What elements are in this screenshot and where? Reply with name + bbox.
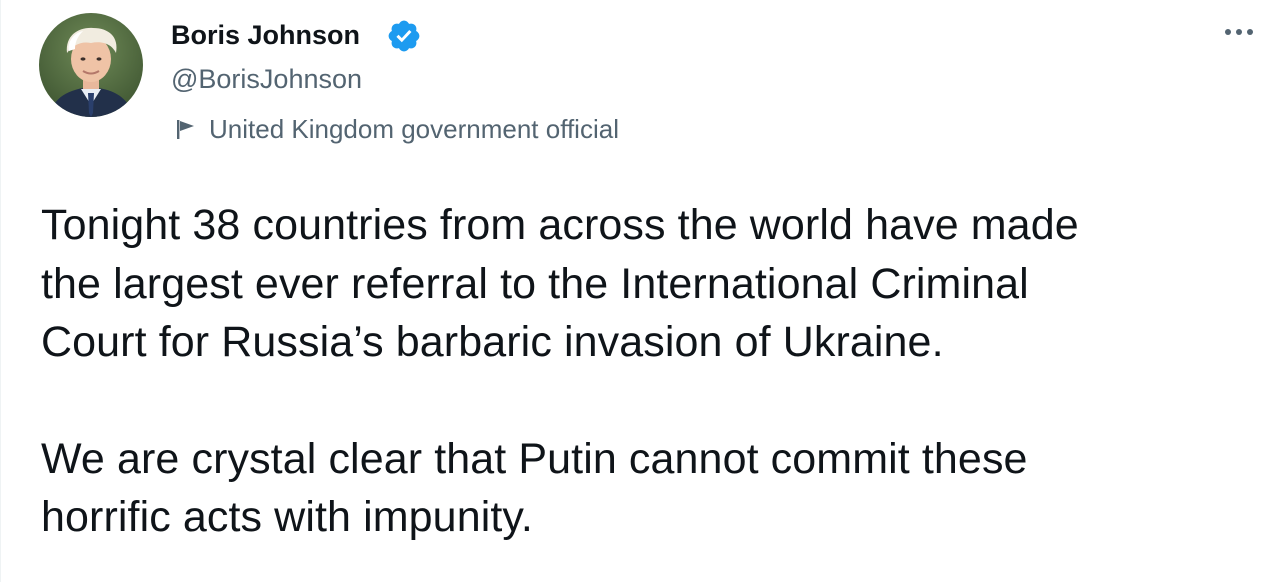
tweet-paragraph: We are crystal clear that Putin cannot c…: [41, 434, 1028, 542]
flag-icon: [173, 116, 199, 142]
avatar-image: [39, 13, 143, 117]
verified-badge-icon: [386, 18, 422, 54]
more-horizontal-icon: [1225, 29, 1253, 35]
avatar[interactable]: [39, 13, 143, 117]
more-options-button[interactable]: [1217, 18, 1261, 46]
tweet-card[interactable]: Boris Johnson @BorisJohnson United Kingd…: [0, 0, 1280, 582]
tweet-text: Tonight 38 countries from across the wor…: [41, 196, 1266, 547]
tweet-paragraph: Tonight 38 countries from across the wor…: [41, 201, 1079, 366]
user-handle[interactable]: @BorisJohnson: [171, 62, 362, 96]
government-label-text[interactable]: United Kingdom government official: [209, 112, 619, 146]
account-label: United Kingdom government official: [171, 112, 619, 146]
display-name[interactable]: Boris Johnson: [171, 18, 360, 52]
